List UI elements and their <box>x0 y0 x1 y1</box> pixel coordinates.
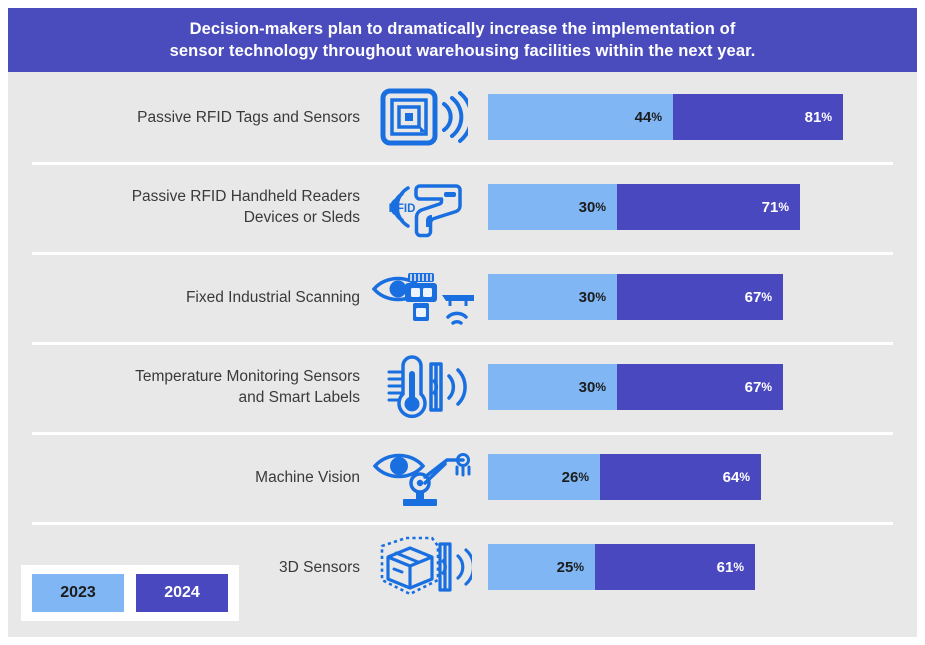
row-label: Passive RFID Handheld Readers Devices or… <box>131 188 360 226</box>
bar-segment-2024: 67% <box>617 274 783 320</box>
bar-group: 30% 71% <box>488 184 917 230</box>
bar-segment-2023: 26% <box>488 454 600 500</box>
fixed-industrial-scanner-icon <box>360 261 488 333</box>
legend-item-2024[interactable]: 2024 <box>136 574 228 612</box>
bar-segment-2024: 71% <box>617 184 800 230</box>
bar-group: 25% 61% <box>488 544 917 590</box>
percent-sign: % <box>651 110 662 124</box>
row-label: Machine Vision <box>255 468 360 486</box>
bar-segment-2024: 61% <box>595 544 755 590</box>
row-label: Passive RFID Tags and Sensors <box>137 108 360 126</box>
bar-group: 26% 64% <box>488 454 917 500</box>
bar-group: 44% 81% <box>488 94 917 140</box>
bar-segment-2024: 81% <box>673 94 843 140</box>
row-label: Fixed Industrial Scanning <box>185 288 360 306</box>
bar-value-2023: 26 <box>561 468 579 486</box>
infographic-root: Decision-makers plan to dramatically inc… <box>0 0 925 645</box>
row-label: Temperature Monitoring Sensors and Smart… <box>135 368 360 406</box>
legend: 2023 2024 <box>21 565 239 621</box>
svg-text:RFID: RFID <box>389 203 416 215</box>
percent-sign: % <box>761 380 772 394</box>
rfid-tag-signal-icon <box>360 81 488 153</box>
table-row: Machine Vision 26 % 64 % <box>8 432 917 522</box>
machine-vision-robot-arm-icon <box>360 441 488 513</box>
table-row: Passive RFID Handheld Readers Devices or… <box>8 162 917 252</box>
rfid-handheld-reader-icon: RFID <box>360 171 488 243</box>
bar-value-2023: 30 <box>578 378 596 396</box>
percent-sign: % <box>733 560 744 574</box>
bar-segment-2023: 30% <box>488 184 617 230</box>
three-d-box-sensor-icon <box>360 531 488 603</box>
chart-rows: Passive RFID Tags and Sensors 44 % 81 % … <box>8 72 917 637</box>
bar-segment-2024: 67% <box>617 364 783 410</box>
bar-value-2024: 71 <box>761 198 779 216</box>
bar-segment-2023: 30% <box>488 274 617 320</box>
bar-segment-2024: 64% <box>600 454 761 500</box>
bar-value-2023: 30 <box>578 198 596 216</box>
infographic-canvas: Decision-makers plan to dramatically inc… <box>8 8 917 637</box>
bar-segment-2023: 25% <box>488 544 595 590</box>
table-row: Passive RFID Tags and Sensors 44 % 81 % <box>8 72 917 162</box>
percent-sign: % <box>578 470 589 484</box>
bar-value-2023: 44 <box>634 108 652 126</box>
table-row: Temperature Monitoring Sensors and Smart… <box>8 342 917 432</box>
bar-value-2024: 67 <box>744 378 762 396</box>
percent-sign: % <box>573 560 584 574</box>
legend-label-2023: 2023 <box>60 584 96 601</box>
percent-sign: % <box>595 200 606 214</box>
bar-group: 30% 67% <box>488 274 917 320</box>
header-banner: Decision-makers plan to dramatically inc… <box>8 8 917 72</box>
bar-segment-2023: 30% <box>488 364 617 410</box>
bar-value-2024: 61 <box>716 558 734 576</box>
bar-value-2023: 30 <box>578 288 596 306</box>
bar-value-2024: 64 <box>722 468 740 486</box>
percent-sign: % <box>595 380 606 394</box>
legend-item-2023[interactable]: 2023 <box>32 574 124 612</box>
bar-segment-2023: 44% <box>488 94 673 140</box>
percent-sign: % <box>778 200 789 214</box>
page-title: Decision-makers plan to dramatically inc… <box>169 20 756 60</box>
thermometer-smart-label-icon <box>360 351 488 423</box>
legend-label-2024: 2024 <box>164 584 200 601</box>
bar-group: 30% 67% <box>488 364 917 410</box>
table-row: Fixed Industrial Scanning 30 % 67 % <box>8 252 917 342</box>
bar-value-2023: 25 <box>556 558 574 576</box>
bar-value-2024: 81 <box>804 108 822 126</box>
percent-sign: % <box>595 290 606 304</box>
percent-sign: % <box>739 470 750 484</box>
bar-value-2024: 67 <box>744 288 762 306</box>
percent-sign: % <box>761 290 772 304</box>
percent-sign: % <box>821 110 832 124</box>
